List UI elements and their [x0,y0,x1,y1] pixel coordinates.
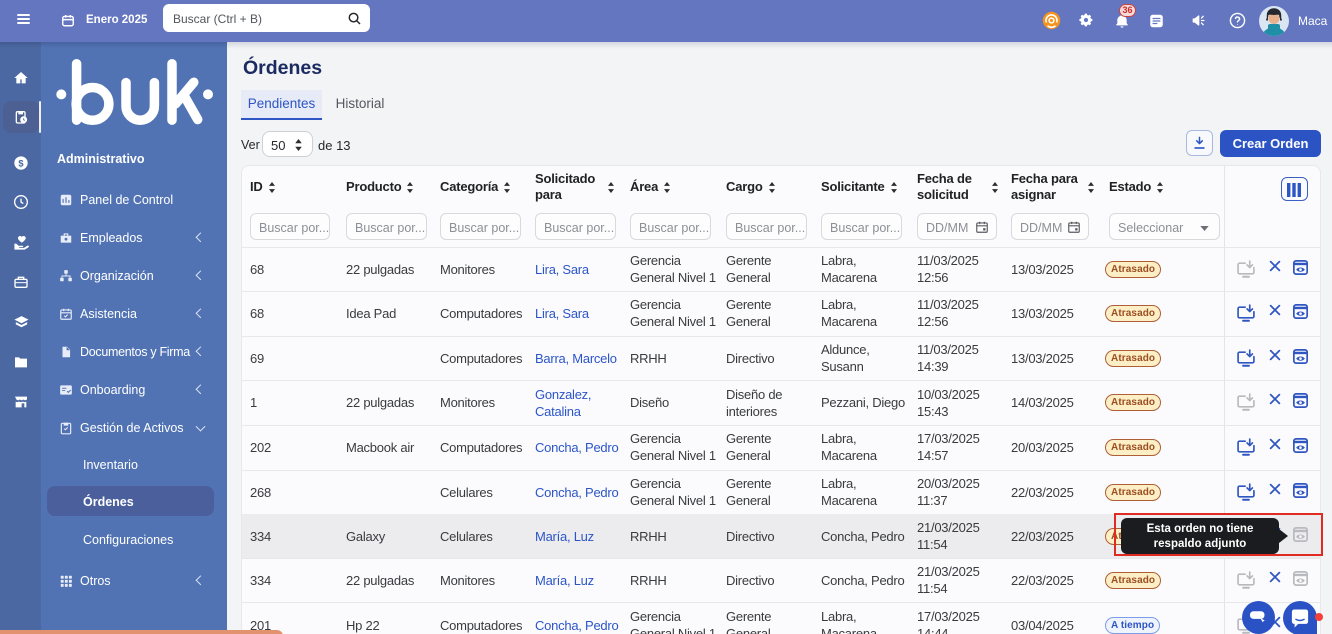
svg-text:$: $ [18,158,24,168]
